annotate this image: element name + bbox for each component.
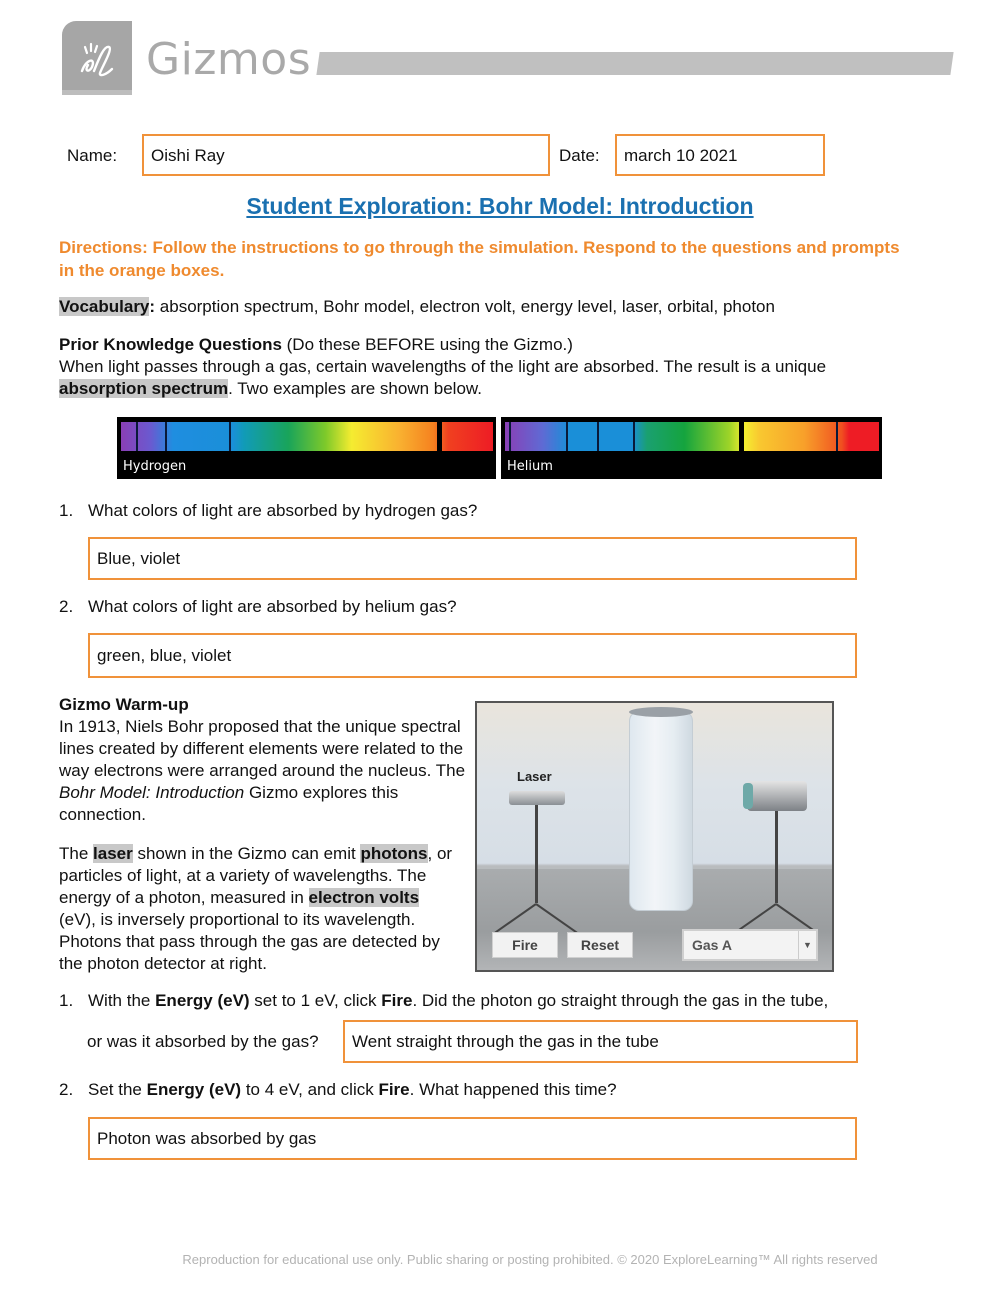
gas-select[interactable]: Gas A ▼	[682, 929, 818, 961]
explorelearning-el-icon	[80, 42, 114, 77]
helium-label: Helium	[507, 459, 553, 474]
absorption-line	[739, 422, 744, 451]
dropdown-caret-icon[interactable]: ▼	[798, 931, 816, 959]
gizmo-name: Bohr Model: Introduction	[59, 783, 245, 802]
copyright-footer: Reproduction for educational use only. P…	[182, 1252, 878, 1267]
warmup-question-1: 1. With the Energy (eV) set to 1 eV, clic…	[59, 991, 828, 1011]
name-field[interactable]: Oishi Ray	[142, 134, 550, 176]
reset-button[interactable]: Reset	[567, 932, 633, 958]
photon-detector-icon	[747, 781, 807, 811]
energy-term: Energy (eV)	[146, 1080, 242, 1099]
helium-spectrum-band	[505, 422, 879, 451]
hydrogen-spectrum: Hydrogen	[117, 417, 496, 479]
warmup-text: shown in the Gizmo can emit	[132, 844, 361, 863]
prior-knowledge: Prior Knowledge Questions (Do these BEFO…	[59, 334, 909, 400]
prior-knowledge-intro: When light passes through a gas, certain…	[59, 357, 827, 376]
fire-term: Fire	[378, 1080, 410, 1099]
warmup-intro: Gizmo Warm-up In 1913, Niels Bohr propos…	[59, 694, 469, 826]
term-photons: photons	[360, 844, 428, 863]
gas-tube-cap	[629, 707, 693, 717]
question-text: What colors of light are absorbed by hyd…	[88, 501, 478, 520]
question-number: 1.	[59, 991, 74, 1010]
question-text: . Did the photon go straight through the…	[412, 991, 829, 1010]
warmup-text: In 1913, Niels Bohr proposed that the un…	[59, 717, 466, 780]
fire-button[interactable]: Fire	[492, 932, 558, 958]
answer-box-1[interactable]: Blue, violet	[88, 537, 857, 580]
header-bar	[316, 52, 954, 75]
question-text: to 4 eV, and click	[241, 1080, 379, 1099]
term-absorption-spectrum: absorption spectrum	[59, 379, 229, 398]
vocabulary-terms: absorption spectrum, Bohr model, electro…	[155, 297, 775, 316]
absorption-line	[633, 422, 635, 451]
question-2: 2. What colors of light are absorbed by h…	[59, 597, 457, 617]
absorption-line	[229, 422, 231, 451]
question-text: With the	[88, 991, 156, 1010]
term-electron-volts: electron volts	[308, 888, 420, 907]
vocabulary: Vocabulary: absorption spectrum, Bohr mo…	[59, 296, 775, 318]
brand-name: Gizmos	[146, 34, 312, 85]
question-number: 1.	[59, 501, 74, 520]
term-laser: laser	[93, 844, 133, 863]
laser-icon	[509, 791, 565, 805]
prior-knowledge-heading: Prior Knowledge Questions	[59, 335, 282, 354]
prior-knowledge-note: (Do these BEFORE using the Gizmo.)	[281, 335, 573, 354]
laser-label: Laser	[517, 769, 552, 784]
absorption-line	[509, 422, 511, 451]
gas-select-value: Gas A	[692, 937, 732, 953]
fire-term: Fire	[381, 991, 413, 1010]
absorption-line	[165, 422, 167, 451]
directions: Directions: Follow the instructions to g…	[59, 238, 900, 280]
prior-knowledge-intro-end: . Two examples are shown below.	[228, 379, 482, 398]
question-text: . What happened this time?	[409, 1080, 617, 1099]
page-title: Student Exploration: Bohr Model: Introdu…	[246, 193, 754, 219]
laser-stand	[535, 805, 538, 903]
question-number: 2.	[59, 597, 74, 616]
date-field[interactable]: march 10 2021	[615, 134, 825, 176]
gizmo-screenshot: Laser Fire Reset Gas A ▼	[475, 701, 834, 972]
question-text: Set the	[88, 1080, 147, 1099]
warmup-question-2: 2. Set the Energy (eV) to 4 eV, and click…	[59, 1080, 617, 1100]
warmup-text: The	[59, 844, 94, 863]
gizmos-logo	[62, 21, 132, 95]
absorption-line	[136, 422, 138, 451]
absorption-line	[597, 422, 599, 451]
question-text: set to 1 eV, click	[249, 991, 382, 1010]
hydrogen-label: Hydrogen	[123, 459, 187, 474]
warmup-heading: Gizmo Warm-up	[59, 695, 189, 714]
warmup-answer-box-1[interactable]: Went straight through the gas in the tub…	[343, 1020, 858, 1063]
detector-lens	[743, 783, 753, 809]
answer-box-2[interactable]: green, blue, violet	[88, 633, 857, 678]
warmup-photons: The laser shown in the Gizmo can emit ph…	[59, 843, 459, 975]
absorption-line	[437, 422, 442, 451]
warmup-answer-box-2[interactable]: Photon was absorbed by gas	[88, 1117, 857, 1160]
question-1: 1. What colors of light are absorbed by h…	[59, 501, 477, 521]
date-label: Date:	[559, 146, 600, 165]
question-number: 2.	[59, 1080, 74, 1099]
question-text: What colors of light are absorbed by hel…	[88, 597, 457, 616]
warmup-text: (eV), is inversely proportional to its w…	[59, 910, 440, 973]
absorption-line	[836, 422, 838, 451]
warmup-question-1-line2: or was it absorbed by the gas?	[87, 1032, 319, 1051]
energy-term: Energy (eV)	[155, 991, 250, 1010]
gas-tube	[629, 711, 693, 911]
helium-spectrum: Helium	[501, 417, 882, 479]
logo-strip	[62, 90, 132, 95]
absorption-line	[566, 422, 568, 451]
detector-stand	[775, 811, 778, 903]
vocabulary-label: Vocabulary	[59, 297, 150, 316]
name-label: Name:	[67, 146, 118, 165]
